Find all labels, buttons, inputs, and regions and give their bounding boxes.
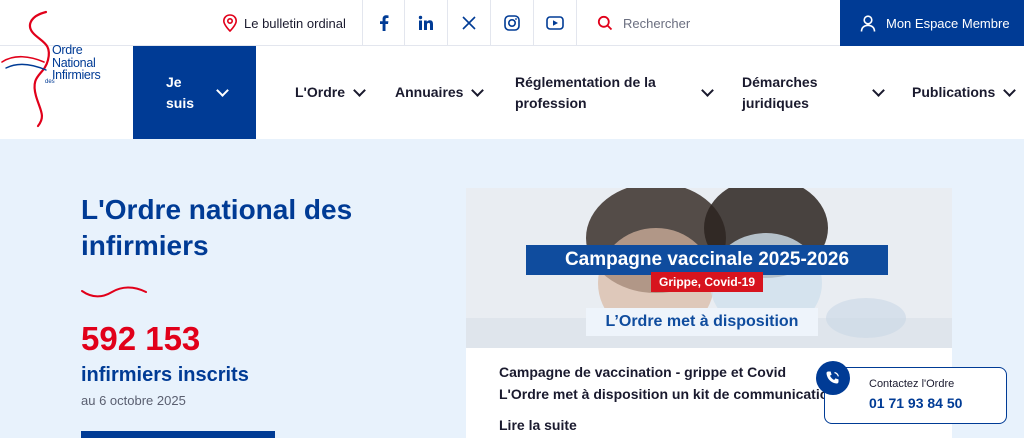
youtube-icon — [546, 16, 564, 30]
news-card-title-line-2: L'Ordre met à disposition un kit de comm… — [499, 386, 834, 402]
nav-item-publications[interactable]: Publications — [912, 46, 1017, 139]
x-icon — [462, 16, 476, 30]
chevron-down-icon — [471, 83, 485, 97]
instagram-link[interactable] — [490, 0, 533, 46]
chevron-down-icon — [872, 83, 885, 97]
nav-item-label: Annuaires — [395, 84, 464, 100]
main-nav: Je suis L'Ordre Annuaires Réglementation… — [0, 46, 1024, 139]
nav-item-label: Réglementation de la profession — [515, 73, 656, 111]
decorative-wave — [81, 286, 147, 298]
top-bar: Le bulletin ordinal Rechercher Mon Espac… — [0, 0, 1024, 46]
nav-item-annuaires[interactable]: Annuaires — [395, 46, 485, 139]
bulletin-link[interactable]: Le bulletin ordinal — [222, 0, 360, 46]
search-box[interactable]: Rechercher — [576, 0, 840, 46]
location-pin-icon — [222, 14, 238, 32]
youtube-link[interactable] — [533, 0, 576, 46]
hero-title: L'Ordre national des infirmiers — [81, 194, 353, 261]
search-icon — [597, 15, 613, 31]
member-space-label: Mon Espace Membre — [886, 15, 1010, 31]
search-placeholder: Rechercher — [623, 15, 691, 31]
x-link[interactable] — [447, 0, 490, 46]
hero-button[interactable] — [81, 431, 275, 438]
chevron-down-icon — [216, 83, 229, 97]
news-card-title: Campagne de vaccination - grippe et Covi… — [499, 361, 834, 405]
facebook-icon — [380, 15, 389, 31]
user-icon — [860, 14, 876, 32]
nav-item-ordre[interactable]: L'Ordre — [295, 46, 366, 139]
contact-label: Contactez l'Ordre — [869, 378, 955, 390]
campaign-tagline: L’Ordre met à disposition — [586, 308, 818, 336]
linkedin-icon — [418, 15, 433, 30]
registered-count-date: au 6 octobre 2025 — [81, 393, 186, 408]
nav-item-label: Publications — [912, 84, 996, 100]
news-card-title-line-1: Campagne de vaccination - grippe et Covi… — [499, 364, 787, 380]
registered-count: 592 153 — [81, 320, 201, 357]
contact-phone[interactable]: 01 71 93 84 50 — [869, 395, 962, 411]
instagram-icon — [504, 15, 520, 31]
read-more-link[interactable]: Lire la suite — [499, 417, 577, 433]
chevron-down-icon — [701, 83, 714, 97]
je-suis-label: Je suis — [166, 73, 195, 111]
nav-item-label: L'Ordre — [295, 84, 346, 100]
nav-item-label: Démarches juridiques — [742, 73, 818, 111]
contact-widget[interactable]: Contactez l'Ordre 01 71 93 84 50 — [824, 367, 1007, 424]
campaign-banner: Campagne vaccinale 2025-2026 — [526, 245, 888, 275]
phone-handset-icon — [826, 371, 839, 384]
campaign-subtitle: Grippe, Covid-19 — [651, 272, 763, 292]
phone-icon[interactable] — [816, 361, 850, 395]
linkedin-link[interactable] — [404, 0, 447, 46]
chevron-down-icon — [353, 83, 366, 97]
registered-count-label: infirmiers inscrits — [81, 364, 249, 386]
nav-item-reglementation[interactable]: Réglementation de la profession — [515, 46, 714, 139]
je-suis-menu[interactable]: Je suis — [133, 46, 256, 139]
nav-item-demarches[interactable]: Démarches juridiques — [742, 46, 885, 139]
facebook-link[interactable] — [362, 0, 405, 46]
bulletin-label: Le bulletin ordinal — [244, 15, 346, 31]
member-space-button[interactable]: Mon Espace Membre — [840, 0, 1024, 46]
news-card-image: Campagne vaccinale 2025-2026 Grippe, Cov… — [466, 188, 952, 348]
chevron-down-icon — [1003, 83, 1017, 97]
